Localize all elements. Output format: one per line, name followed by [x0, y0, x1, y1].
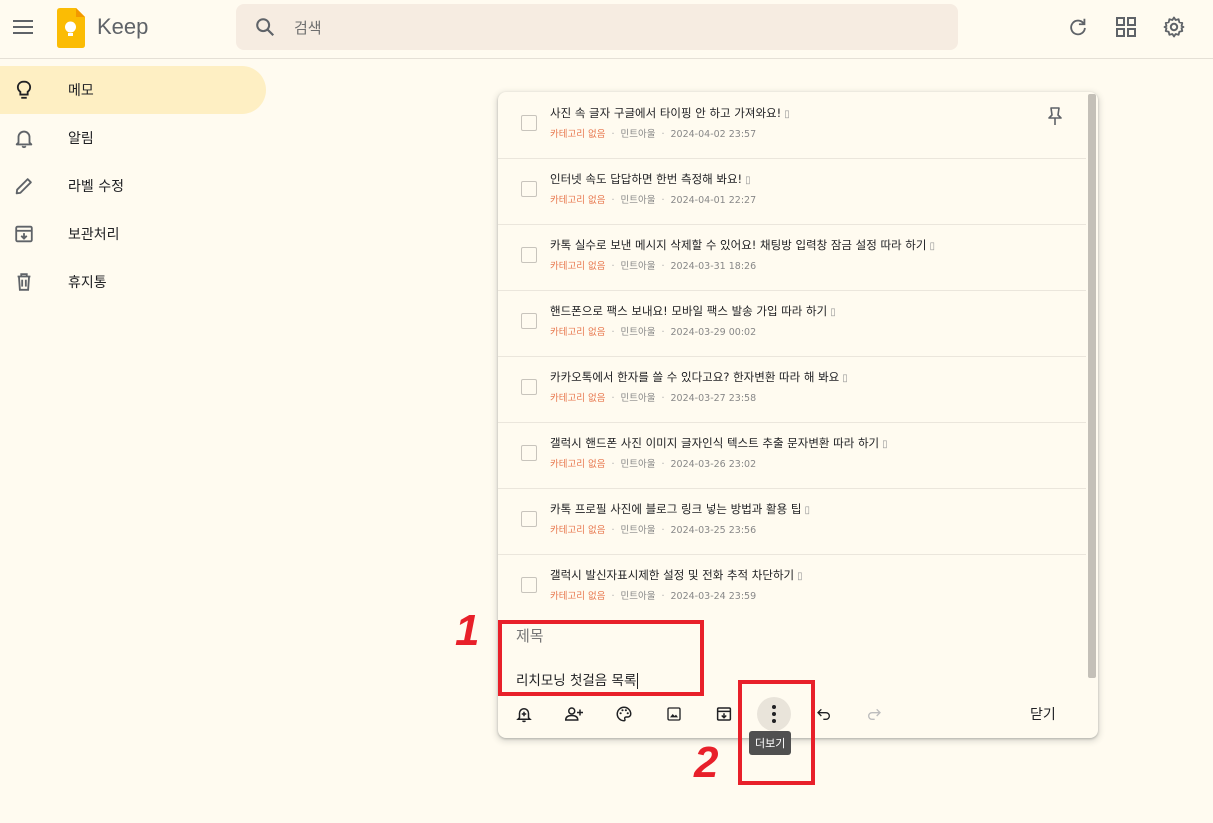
search-icon[interactable]	[254, 16, 276, 42]
list-item[interactable]: 사진 속 글자 구글에서 타이핑 안 하고 가져와요! ▯ 카테고리 없음 · 민트아…	[498, 92, 1086, 159]
list-item[interactable]: 갤럭시 핸드폰 사진 이미지 글자인식 텍스트 추출 문자변환 따라 하기 ▯ 카…	[498, 422, 1086, 489]
sidebar-item-archive[interactable]: 보관처리	[0, 210, 270, 258]
list-item[interactable]: 카카오톡에서 한자를 쓸 수 있다고요? 한자변환 따라 해 봐요 ▯ 카테고리 …	[498, 356, 1086, 423]
keep-logo-icon[interactable]	[55, 8, 85, 52]
redo-button[interactable]	[861, 701, 887, 727]
list-item[interactable]: 카톡 실수로 보낸 메시지 삭제할 수 있어요! 채팅방 입력창 잠금 설정 따…	[498, 224, 1086, 291]
search-bar[interactable]	[236, 4, 958, 52]
grid-view-button[interactable]	[1111, 12, 1141, 42]
list-item-meta: 카테고리 없음 · 민트아울 · 2024-04-02 23:57	[550, 129, 757, 140]
list-item[interactable]: 갤럭시 발신자표시제한 설정 및 전화 추적 차단하기 ▯ 카테고리 없음 · 민트아…	[498, 554, 1086, 620]
archive-icon	[716, 707, 732, 721]
refresh-icon	[1070, 18, 1086, 36]
undo-icon	[817, 708, 830, 720]
add-image-button[interactable]	[661, 701, 687, 727]
app-title[interactable]: Keep	[97, 14, 148, 40]
sidebar-item-label: 메모	[68, 83, 94, 99]
paperclip-icon: ▯	[784, 109, 790, 120]
list-item-checkbox[interactable]	[521, 247, 537, 263]
list-item[interactable]: 핸드폰으로 팩스 보내요! 모바일 팩스 발송 가입 따라 하기 ▯ 카테고리 없…	[498, 290, 1086, 357]
annotation-label-2: 2	[694, 738, 719, 787]
list-item-title: 사진 속 글자 구글에서 타이핑 안 하고 가져와요!	[550, 106, 782, 120]
remind-me-button[interactable]	[511, 701, 537, 727]
list-item-checkbox[interactable]	[521, 379, 537, 395]
sidebar-item-notes[interactable]: 메모	[0, 66, 266, 114]
list-item-checkbox[interactable]	[521, 577, 537, 593]
main-menu-button[interactable]	[8, 10, 38, 44]
gear-icon	[1163, 16, 1185, 38]
list-item-checkbox[interactable]	[521, 181, 537, 197]
paperclip-icon: ▯	[797, 571, 803, 582]
list-item-meta: 카테고리 없음 · 민트아울 · 2024-03-26 23:02	[550, 459, 757, 470]
list-item[interactable]: 인터넷 속도 답답하면 한번 측정해 봐요! ▯ 카테고리 없음 · 민트아울 · 202…	[498, 158, 1086, 225]
list-item-title: 카카오톡에서 한자를 쓸 수 있다고요? 한자변환 따라 해 봐요	[550, 370, 840, 384]
list-item-title: 카톡 프로필 사진에 블로그 링크 넣는 방법과 활용 팁	[550, 502, 802, 516]
paperclip-icon: ▯	[745, 175, 751, 186]
list-item-title: 갤럭시 핸드폰 사진 이미지 글자인식 텍스트 추출 문자변환 따라 하기	[550, 436, 880, 450]
list-item-title: 인터넷 속도 답답하면 한번 측정해 봐요!	[550, 172, 743, 186]
pencil-icon	[12, 174, 36, 198]
scrollbar[interactable]	[1088, 94, 1096, 678]
sidebar: 메모 알림 라벨 수정 보관처리 휴지통	[0, 66, 270, 306]
list-item-meta: 카테고리 없음 · 민트아울 · 2024-03-27 23:58	[550, 393, 757, 404]
sidebar-item-label: 라벨 수정	[68, 179, 124, 195]
sidebar-item-label: 알림	[68, 131, 94, 147]
list-item-meta: 카테고리 없음 · 민트아울 · 2024-03-25 23:56	[550, 525, 757, 536]
paperclip-icon: ▯	[804, 505, 810, 516]
list-item-meta: 카테고리 없음 · 민트아울 · 2024-03-29 00:02	[550, 327, 757, 338]
list-item-checkbox[interactable]	[521, 445, 537, 461]
settings-button[interactable]	[1159, 12, 1189, 42]
image-icon	[667, 707, 681, 721]
bell-plus-icon	[516, 708, 532, 723]
list-item-checkbox[interactable]	[521, 313, 537, 329]
list-item[interactable]: 카톡 프로필 사진에 블로그 링크 넣는 방법과 활용 팁 ▯ 카테고리 없음 · 민…	[498, 488, 1086, 555]
palette-icon	[616, 706, 632, 722]
collaborator-button[interactable]	[561, 701, 587, 727]
list-item-meta: 카테고리 없음 · 민트아울 · 2024-03-24 23:59	[550, 591, 757, 602]
list-item-checkbox[interactable]	[521, 511, 537, 527]
paperclip-icon: ▯	[830, 307, 836, 318]
refresh-button[interactable]	[1063, 12, 1093, 42]
highlight-box-2	[738, 680, 815, 785]
list-item-meta: 카테고리 없음 · 민트아울 · 2024-03-31 18:26	[550, 261, 757, 272]
sidebar-item-label: 휴지통	[68, 275, 107, 291]
sidebar-item-edit-labels[interactable]: 라벨 수정	[0, 162, 270, 210]
close-button[interactable]: 닫기	[1016, 700, 1070, 728]
list-item-checkbox[interactable]	[521, 115, 537, 131]
menu-icon	[13, 20, 33, 34]
bell-icon	[12, 126, 36, 150]
paperclip-icon: ▯	[842, 373, 848, 384]
list-item-title: 갤럭시 발신자표시제한 설정 및 전화 추적 차단하기	[550, 568, 795, 582]
sidebar-item-trash[interactable]: 휴지통	[0, 258, 270, 306]
archive-button[interactable]	[711, 701, 737, 727]
list-item-meta: 카테고리 없음 · 민트아울 · 2024-04-01 22:27	[550, 195, 757, 206]
list-item-title: 카톡 실수로 보낸 메시지 삭제할 수 있어요! 채팅방 입력창 잠금 설정 따…	[550, 238, 927, 252]
search-input[interactable]	[292, 4, 896, 52]
top-header: Keep	[0, 0, 1213, 59]
background-options-button[interactable]	[611, 701, 637, 727]
annotation-label-1: 1	[455, 606, 480, 655]
paperclip-icon: ▯	[882, 439, 888, 450]
trash-icon	[12, 270, 36, 294]
paperclip-icon: ▯	[929, 241, 935, 252]
archive-icon	[12, 222, 36, 246]
add-person-icon	[564, 707, 583, 721]
sidebar-item-reminders[interactable]: 알림	[0, 114, 270, 162]
grid-view-icon	[1116, 17, 1136, 37]
highlight-box-1	[498, 620, 704, 696]
lightbulb-icon	[12, 78, 36, 102]
list-item-title: 핸드폰으로 팩스 보내요! 모바일 팩스 발송 가입 따라 하기	[550, 304, 828, 318]
redo-icon	[868, 708, 881, 720]
sidebar-item-label: 보관처리	[68, 227, 120, 243]
